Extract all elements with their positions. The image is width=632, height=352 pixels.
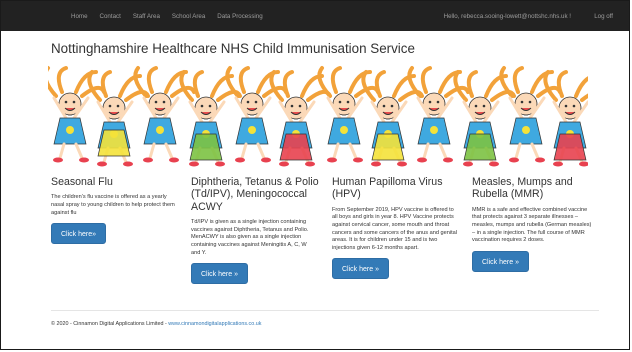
seasonal-flu-column: Seasonal Flu The children's flu vaccine … [51, 176, 181, 245]
top-navbar: Home Contact Staff Area School Area Data… [1, 1, 629, 31]
mmr-click-here-button[interactable]: Click here » [472, 250, 529, 272]
kid-group-right [317, 66, 588, 169]
td-ipv-menacwy-description: Td/IPV is given as a single injection co… [191, 219, 309, 256]
nav-user-area: Hello, rebecca.sooing-lowett@nottshc.nhs… [444, 1, 613, 31]
seasonal-flu-click-here-button[interactable]: Click here» [51, 223, 107, 245]
mmr-heading: Measles, Mumps and Rubella (MMR) [472, 176, 573, 201]
user-greeting-link[interactable]: Hello, rebecca.sooing-lowett@nottshc.nhs… [444, 13, 571, 20]
dancing-children-banner-image [48, 66, 588, 169]
hpv-heading: Human Papilloma Virus (HPV) [332, 176, 443, 201]
hpv-column: Human Papilloma Virus (HPV) From Septemb… [332, 176, 462, 280]
footer-copyright-text: © 2020 - Cinnamon Digital Applications L… [51, 321, 169, 327]
nav-staff-area-link[interactable]: Staff Area [133, 13, 160, 20]
td-ipv-menacwy-heading: Diphtheria, Tetanus & Polio (Td/IPV), Me… [191, 176, 319, 213]
nav-contact-link[interactable]: Contact [100, 13, 121, 20]
nav-data-processing-link[interactable]: Data Processing [217, 13, 262, 20]
page-title: Nottinghamshire Healthcare NHS Child Imm… [51, 41, 415, 56]
mmr-description: MMR is a safe and effective combined vac… [472, 206, 592, 244]
footer-company-link[interactable]: www.cinnamondigitalapplications.co.uk [168, 321, 261, 327]
seasonal-flu-description: The children's flu vaccine is offered as… [51, 194, 175, 216]
nav-school-area-link[interactable]: School Area [172, 13, 205, 20]
td-ipv-menacwy-click-here-button[interactable]: Click here » [191, 263, 248, 285]
mmr-column: Measles, Mumps and Rubella (MMR) MMR is … [472, 176, 602, 272]
seasonal-flu-heading: Seasonal Flu [51, 176, 113, 188]
nav-links: Home Contact Staff Area School Area Data… [71, 1, 275, 31]
hpv-description: From September 2019, HPV vaccine is offe… [332, 206, 458, 251]
logoff-link[interactable]: Log off [594, 13, 613, 20]
nav-home-link[interactable]: Home [71, 13, 88, 20]
td-ipv-menacwy-column: Diphtheria, Tetanus & Polio (Td/IPV), Me… [191, 176, 321, 285]
footer-divider [51, 310, 599, 311]
footer: © 2020 - Cinnamon Digital Applications L… [51, 321, 261, 327]
hpv-click-here-button[interactable]: Click here » [332, 258, 389, 280]
